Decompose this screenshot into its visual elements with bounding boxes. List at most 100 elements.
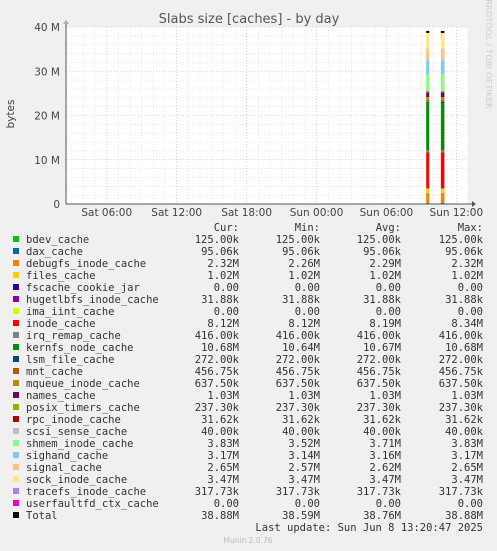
legend-value: 125.00k	[357, 234, 402, 246]
area-segment-sighand_cache	[426, 60, 430, 75]
legend-series-name: mqueue_inode_cache	[26, 378, 140, 390]
legend-value: 272.00k	[276, 354, 321, 366]
legend-swatch	[13, 344, 19, 350]
legend-value: 3.47M	[451, 474, 483, 486]
legend-value: 272.00k	[439, 354, 484, 366]
area-segment-lsm_file_cache	[440, 101, 445, 104]
legend-series-name: lsm_file_cache	[26, 354, 115, 366]
legend-value: 31.62k	[363, 414, 402, 426]
legend-value: 1.03M	[369, 390, 401, 402]
legend-value: 637.50k	[195, 378, 240, 390]
y-tick-label: 20 M	[34, 111, 60, 123]
legend-series-name: bdev_cache	[26, 234, 89, 246]
y-tick-label: 10 M	[34, 155, 60, 167]
legend-value: 95.06k	[282, 246, 321, 258]
legend-value: 125.00k	[439, 234, 484, 246]
legend-value: 3.52M	[288, 438, 320, 450]
legend-value: 0.00	[376, 306, 401, 318]
legend-column-header: Cur:	[214, 222, 239, 234]
legend-swatch	[13, 500, 19, 506]
legend-value: 3.71M	[369, 438, 401, 450]
legend-value: 31.62k	[282, 414, 321, 426]
legend-value: 31.88k	[282, 294, 321, 306]
legend-value: 237.30k	[276, 402, 321, 414]
legend-column-header: Max:	[458, 222, 483, 234]
legend-swatch	[13, 272, 19, 278]
legend-series-name: kernfs_node_cache	[26, 342, 133, 354]
legend-value: 1.02M	[369, 270, 401, 282]
area-segment-debugfs_inode_cache	[426, 192, 430, 204]
legend: Cur: Min: Avg: Max: bdev_cache 125.00k 125.00k…	[13, 222, 484, 522]
rrdtool-credit: RRDTOOL / TOBI OETIKER	[484, 0, 493, 109]
total-marker	[440, 30, 445, 33]
legend-value: 317.73k	[357, 486, 402, 498]
area-segment-mnt_cache	[440, 99, 445, 102]
legend-swatch	[13, 284, 19, 290]
x-tick-label: Sun 06:00	[360, 207, 414, 219]
legend-value: 3.83M	[451, 438, 483, 450]
legend-swatch	[13, 404, 19, 410]
legend-series-name: scsi_sense_cache	[26, 426, 127, 438]
total-marker	[426, 30, 430, 33]
legend-series-name: rpc_inode_cache	[26, 414, 121, 426]
legend-value: 3.17M	[207, 450, 239, 462]
legend-value: 3.14M	[288, 450, 320, 462]
area-segment-names_cache	[440, 92, 445, 98]
legend-value: 0.00	[376, 282, 401, 294]
legend-value: 317.73k	[195, 486, 240, 498]
legend-value: 1.02M	[451, 270, 483, 282]
legend-value: 237.30k	[357, 402, 402, 414]
legend-swatch	[13, 332, 19, 338]
legend-swatch	[13, 356, 19, 362]
legend-value: 272.00k	[195, 354, 240, 366]
legend-value: 637.50k	[276, 378, 321, 390]
slabs-chart: Slabs size [caches] - by day bytes RRDTO…	[5, 0, 493, 545]
legend-value: 1.02M	[207, 270, 239, 282]
legend-value: 3.83M	[207, 438, 239, 450]
legend-value: 2.62M	[369, 462, 401, 474]
area-segment-sock_inode_cache	[426, 33, 430, 49]
legend-value: 95.06k	[201, 246, 240, 258]
area-segment-kernfs_node_cache	[426, 103, 430, 151]
area-segment-kernfs_node_cache	[440, 103, 445, 151]
legend-series-name: shmem_inode_cache	[26, 438, 133, 450]
legend-series-name: ima_iint_cache	[26, 306, 115, 318]
legend-value: 456.75k	[357, 366, 402, 378]
legend-value: 10.64M	[282, 342, 320, 354]
legend-value: 272.00k	[357, 354, 402, 366]
legend-series-name: userfaultfd_ctx_cache	[26, 498, 159, 510]
legend-value: 3.16M	[369, 450, 401, 462]
area-segment-signal_cache	[440, 48, 445, 61]
area-segment-sighand_cache	[440, 60, 445, 75]
legend-value: 40.00k	[282, 426, 321, 438]
legend-value: 38.76M	[363, 510, 401, 522]
area-segment-mqueue_inode_cache	[426, 97, 430, 100]
legend-value: 416.00k	[439, 330, 484, 342]
legend-series-name: dax_cache	[26, 246, 83, 258]
legend-value: 125.00k	[195, 234, 240, 246]
legend-value: 416.00k	[276, 330, 321, 342]
legend-value: 317.73k	[276, 486, 321, 498]
legend-swatch	[13, 464, 19, 470]
legend-value: 456.75k	[439, 366, 484, 378]
x-tick-label: Sat 18:00	[221, 207, 272, 219]
legend-value: 0.00	[214, 498, 239, 510]
legend-value: 416.00k	[357, 330, 402, 342]
legend-value: 8.34M	[451, 318, 483, 330]
legend-series-name: irq_remap_cache	[26, 330, 121, 342]
legend-column-header: Min:	[295, 222, 320, 234]
area-segment-mqueue_inode_cache	[440, 97, 445, 100]
legend-series-name: names_cache	[26, 390, 96, 402]
legend-value: 8.19M	[369, 318, 401, 330]
x-tick-label: Sat 12:00	[151, 207, 202, 219]
legend-value: 456.75k	[195, 366, 240, 378]
legend-value: 237.30k	[195, 402, 240, 414]
legend-value: 0.00	[458, 498, 483, 510]
legend-series-name: tracefs_inode_cache	[26, 486, 146, 498]
legend-series-name: sighand_cache	[26, 450, 108, 462]
legend-value: 3.47M	[288, 474, 320, 486]
legend-swatch	[13, 320, 19, 326]
y-tick-label: 0	[53, 199, 60, 211]
legend-value: 1.02M	[288, 270, 320, 282]
area-segment-sock_inode_cache	[440, 33, 445, 49]
